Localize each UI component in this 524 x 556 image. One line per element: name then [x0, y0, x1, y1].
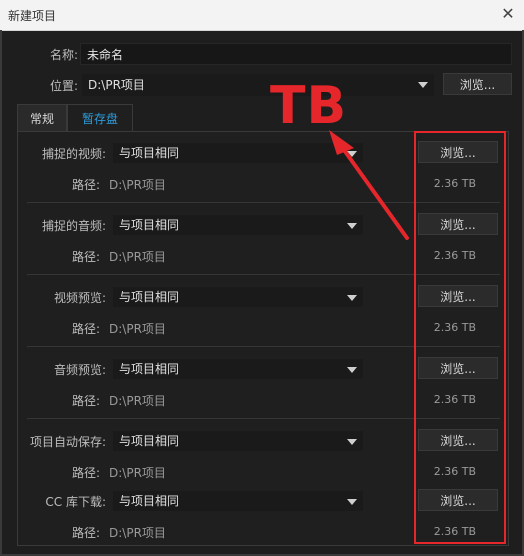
annotation-arrow — [329, 130, 409, 240]
